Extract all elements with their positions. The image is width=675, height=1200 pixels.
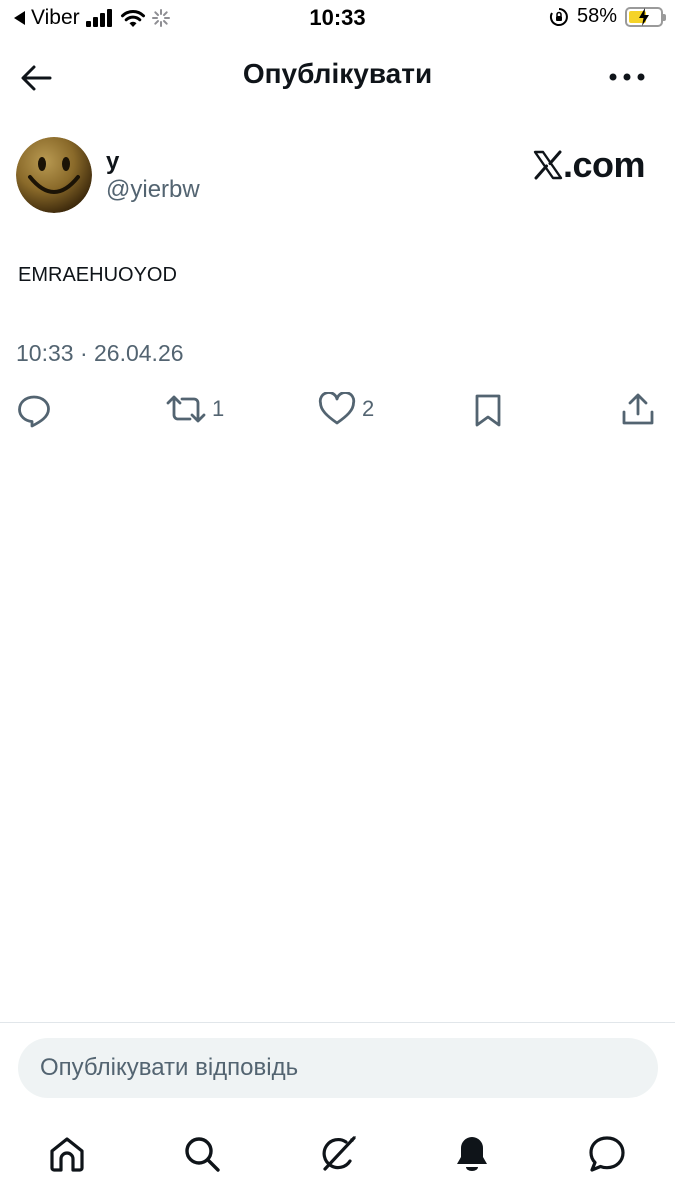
- reply-placeholder: Опублікувати відповідь: [40, 1054, 299, 1081]
- bookmark-icon: [475, 394, 501, 427]
- post-timestamp: 10:33 · 26.04.26: [16, 340, 184, 366]
- brand-domain: .com: [562, 144, 646, 185]
- search-icon: [185, 1137, 220, 1172]
- post-text: EMRAEHUOYOD: [18, 264, 177, 286]
- grok-icon: [322, 1136, 356, 1171]
- battery-icon: [625, 6, 666, 27]
- header: Опублікувати: [0, 40, 675, 112]
- charging-bolt-icon: [639, 7, 649, 26]
- orientation-lock-icon: [549, 7, 568, 26]
- status-right: 58%: [549, 5, 666, 28]
- like-count: 2: [362, 396, 375, 421]
- repost-button[interactable]: 1: [166, 392, 224, 426]
- divider: [0, 1022, 675, 1023]
- author-handle[interactable]: @yierbw: [106, 176, 200, 204]
- x-com-watermark: .com: [533, 144, 646, 186]
- messages-icon: [589, 1136, 625, 1172]
- avatar[interactable]: [16, 137, 92, 213]
- bookmark-button[interactable]: [472, 392, 504, 428]
- tab-home[interactable]: [45, 1132, 89, 1176]
- share-button[interactable]: [620, 392, 656, 428]
- reply-input[interactable]: Опублікувати відповідь: [18, 1038, 658, 1098]
- more-horizontal-icon: [609, 73, 645, 81]
- repost-icon: [166, 395, 206, 423]
- smiley-avatar-image: [16, 137, 92, 213]
- reply-icon: [18, 395, 50, 428]
- post-actions: 1 2: [0, 392, 675, 432]
- heart-icon: [318, 392, 356, 425]
- more-options-button[interactable]: [607, 62, 647, 92]
- author-name[interactable]: y: [106, 148, 119, 176]
- x-logo-icon: [533, 150, 563, 180]
- reply-button[interactable]: [16, 392, 52, 428]
- tab-notifications[interactable]: [450, 1132, 494, 1176]
- battery-cap: [663, 13, 666, 21]
- tab-messages[interactable]: [585, 1132, 629, 1176]
- status-bar: Viber 10:33 58%: [0, 0, 675, 38]
- repost-count: 1: [212, 396, 225, 421]
- like-button[interactable]: 2: [318, 392, 374, 426]
- notifications-icon: [457, 1137, 487, 1171]
- share-icon: [622, 393, 654, 425]
- battery-percentage: 58%: [576, 5, 617, 27]
- page-title: Опублікувати: [242, 58, 433, 89]
- tab-grok[interactable]: [316, 1132, 360, 1176]
- home-icon: [50, 1137, 84, 1172]
- tab-search[interactable]: [180, 1132, 224, 1176]
- tab-bar: [0, 1124, 675, 1190]
